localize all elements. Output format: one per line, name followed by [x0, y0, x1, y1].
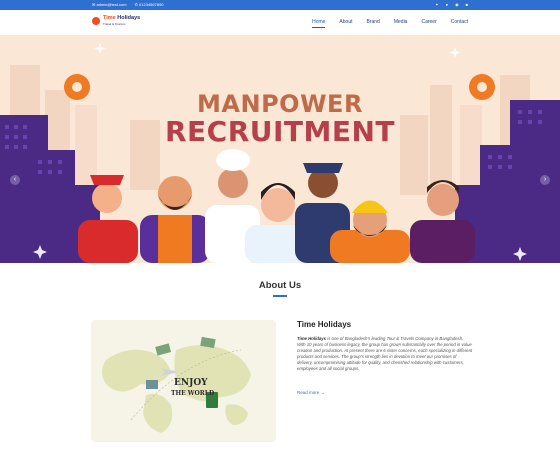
instagram-icon[interactable]: ◉: [455, 2, 459, 7]
hero-illustration: [0, 43, 560, 263]
logo-icon: [92, 16, 100, 25]
nav-about[interactable]: About: [339, 19, 352, 25]
top-bar: ✉ admin@test.com ✆ 01234567890 ✦ ● ◉ ■: [0, 0, 560, 10]
twitter-icon[interactable]: ✦: [435, 2, 438, 7]
phone-icon: ✆: [134, 2, 138, 7]
image-caption-world: THE WORLD: [171, 390, 215, 397]
about-body-text: is one of Bangladesh's leading Tour & Tr…: [297, 336, 473, 372]
nav-contact[interactable]: Contact: [451, 19, 468, 25]
brand-name-part2: Holidays: [117, 15, 141, 21]
email-text: admin@test.com: [96, 2, 127, 7]
main-navbar: [0, 10, 560, 35]
about-lead-bold: Time Holidays: [297, 336, 327, 341]
about-company-title: Time Holidays: [297, 320, 352, 329]
phone-contact[interactable]: ✆ 01234567890: [135, 2, 164, 7]
hero-banner: MANPOWER RECRUITMENT ‹ ›: [0, 35, 560, 263]
brand-name-part1: Time: [103, 15, 116, 21]
mail-icon: ✉: [92, 2, 96, 7]
about-heading-underline: [273, 295, 287, 297]
hero-title-line1: MANPOWER: [197, 90, 363, 118]
nav-menu: Home About Brand Media Career Contact: [312, 19, 468, 28]
email-contact[interactable]: ✉ admin@test.com: [92, 2, 127, 7]
facebook-icon[interactable]: ●: [446, 2, 448, 7]
phone-text: 01234567890: [139, 2, 164, 7]
read-more-link[interactable]: Read more →: [297, 390, 325, 395]
image-caption-enjoy: ENJOY: [174, 378, 208, 388]
brand-logo[interactable]: Time Holidays Travel & Tourism: [92, 15, 141, 26]
nav-home[interactable]: Home: [312, 19, 326, 28]
linkedin-icon[interactable]: ■: [466, 2, 468, 7]
brand-tagline: Travel & Tourism: [103, 21, 126, 26]
nav-media[interactable]: Media: [394, 19, 408, 25]
about-image: ENJOY THE WORLD: [91, 320, 276, 442]
nav-career[interactable]: Career: [421, 19, 436, 25]
about-description: Time Holidays is one of Bangladesh's lea…: [297, 336, 473, 373]
hero-prev-arrow[interactable]: ‹: [10, 175, 20, 185]
hero-title-line2: RECRUITMENT: [164, 115, 396, 148]
brand-name: Time Holidays Travel & Tourism: [103, 15, 141, 26]
nav-brand[interactable]: Brand: [367, 19, 380, 25]
about-heading: About Us: [258, 280, 302, 291]
hero-next-arrow[interactable]: ›: [540, 175, 550, 185]
